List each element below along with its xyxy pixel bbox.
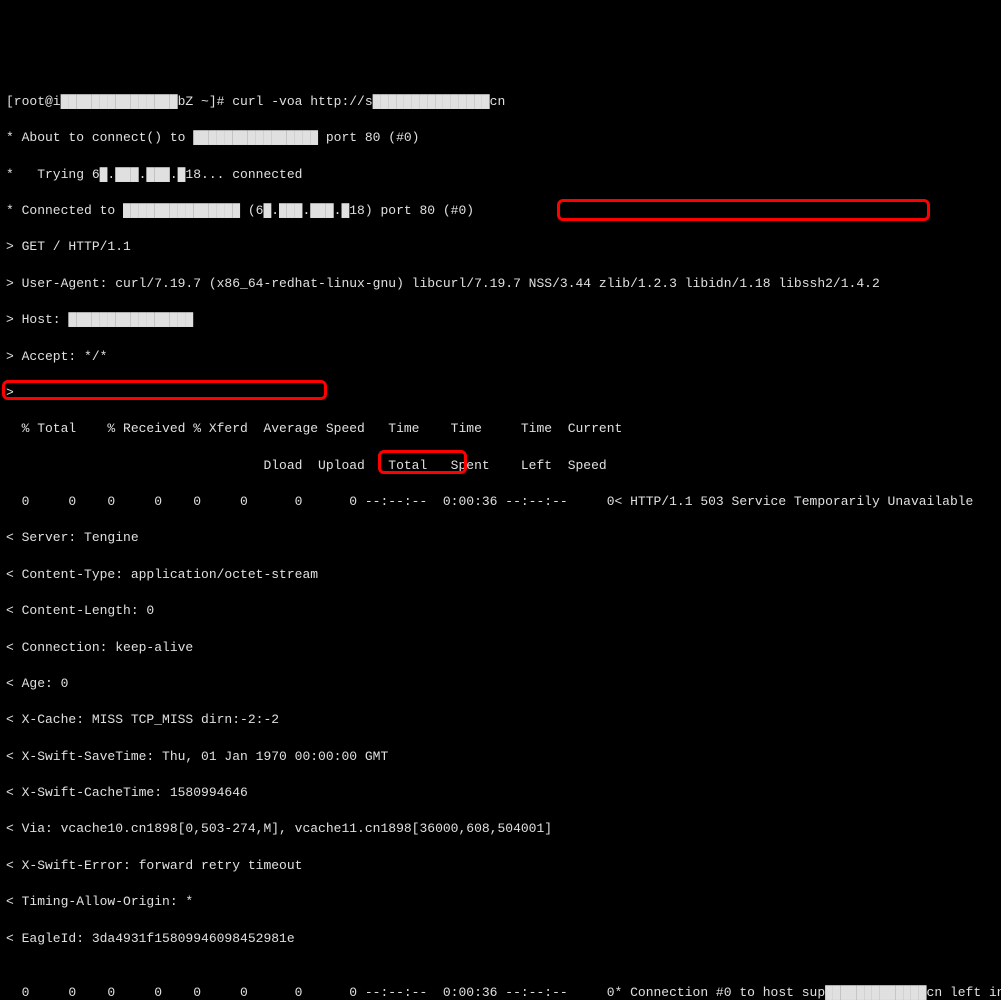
terminal-line: < X-Cache: MISS TCP_MISS dirn:-2:-2 (6, 711, 995, 729)
terminal-line: < Content-Length: 0 (6, 602, 995, 620)
terminal-line: * Trying 6█.███.███.█18... connected (6, 166, 995, 184)
terminal-line: < Connection: keep-alive (6, 639, 995, 657)
terminal-line: 0 0 0 0 0 0 0 0 --:--:-- 0:00:36 --:--:-… (6, 984, 995, 1000)
terminal-line: < X-Swift-SaveTime: Thu, 01 Jan 1970 00:… (6, 748, 995, 766)
terminal-line: [root@i███████████████bZ ~]# curl -voa h… (6, 93, 995, 111)
terminal-line: > Accept: */* (6, 348, 995, 366)
terminal-line: < EagleId: 3da4931f15809946098452981e (6, 930, 995, 948)
terminal-line: > User-Agent: curl/7.19.7 (x86_64-redhat… (6, 275, 995, 293)
terminal-line: % Total % Received % Xferd Average Speed… (6, 420, 995, 438)
terminal-line: 0 0 0 0 0 0 0 0 --:--:-- 0:00:36 --:--:-… (6, 493, 995, 511)
terminal-output: [root@i███████████████bZ ~]# curl -voa h… (0, 73, 1001, 1000)
terminal-line: < Content-Type: application/octet-stream (6, 566, 995, 584)
terminal-line: Dload Upload Total Spent Left Speed (6, 457, 995, 475)
terminal-line: < Age: 0 (6, 675, 995, 693)
terminal-line: < Via: vcache10.cn1898[0,503-274,M], vca… (6, 820, 995, 838)
terminal-line: > (6, 384, 995, 402)
terminal-line: < X-Swift-CacheTime: 1580994646 (6, 784, 995, 802)
terminal-line: < X-Swift-Error: forward retry timeout (6, 857, 995, 875)
terminal-line: > Host: ████████████████ (6, 311, 995, 329)
terminal-line: < Timing-Allow-Origin: * (6, 893, 995, 911)
terminal-line: < Server: Tengine (6, 529, 995, 547)
terminal-line: > GET / HTTP/1.1 (6, 238, 995, 256)
terminal-line: * About to connect() to ████████████████… (6, 129, 995, 147)
terminal-line: * Connected to ███████████████ (6█.███.█… (6, 202, 995, 220)
